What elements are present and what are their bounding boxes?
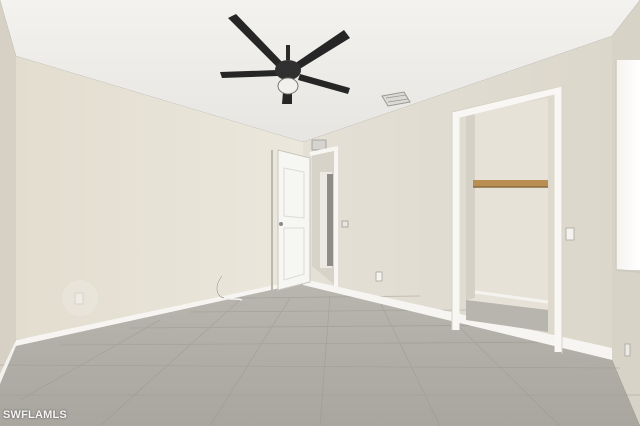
wall-vent: [311, 139, 327, 151]
door-stop: [341, 220, 349, 228]
light-switch: [565, 227, 575, 241]
watermark-text: SWFLAMLS: [3, 409, 67, 421]
room-illustration: [0, 0, 640, 426]
window: [616, 60, 640, 270]
closet: [451, 85, 563, 354]
open-door: [271, 149, 311, 291]
closet-shelf: [473, 180, 548, 187]
hallway-doorway: [309, 146, 339, 287]
left-edge-wall: [0, 0, 16, 380]
room-photo: SWFLAMLS: [0, 0, 640, 426]
outlet-far-right: [624, 343, 631, 357]
outlet-right: [375, 271, 383, 282]
